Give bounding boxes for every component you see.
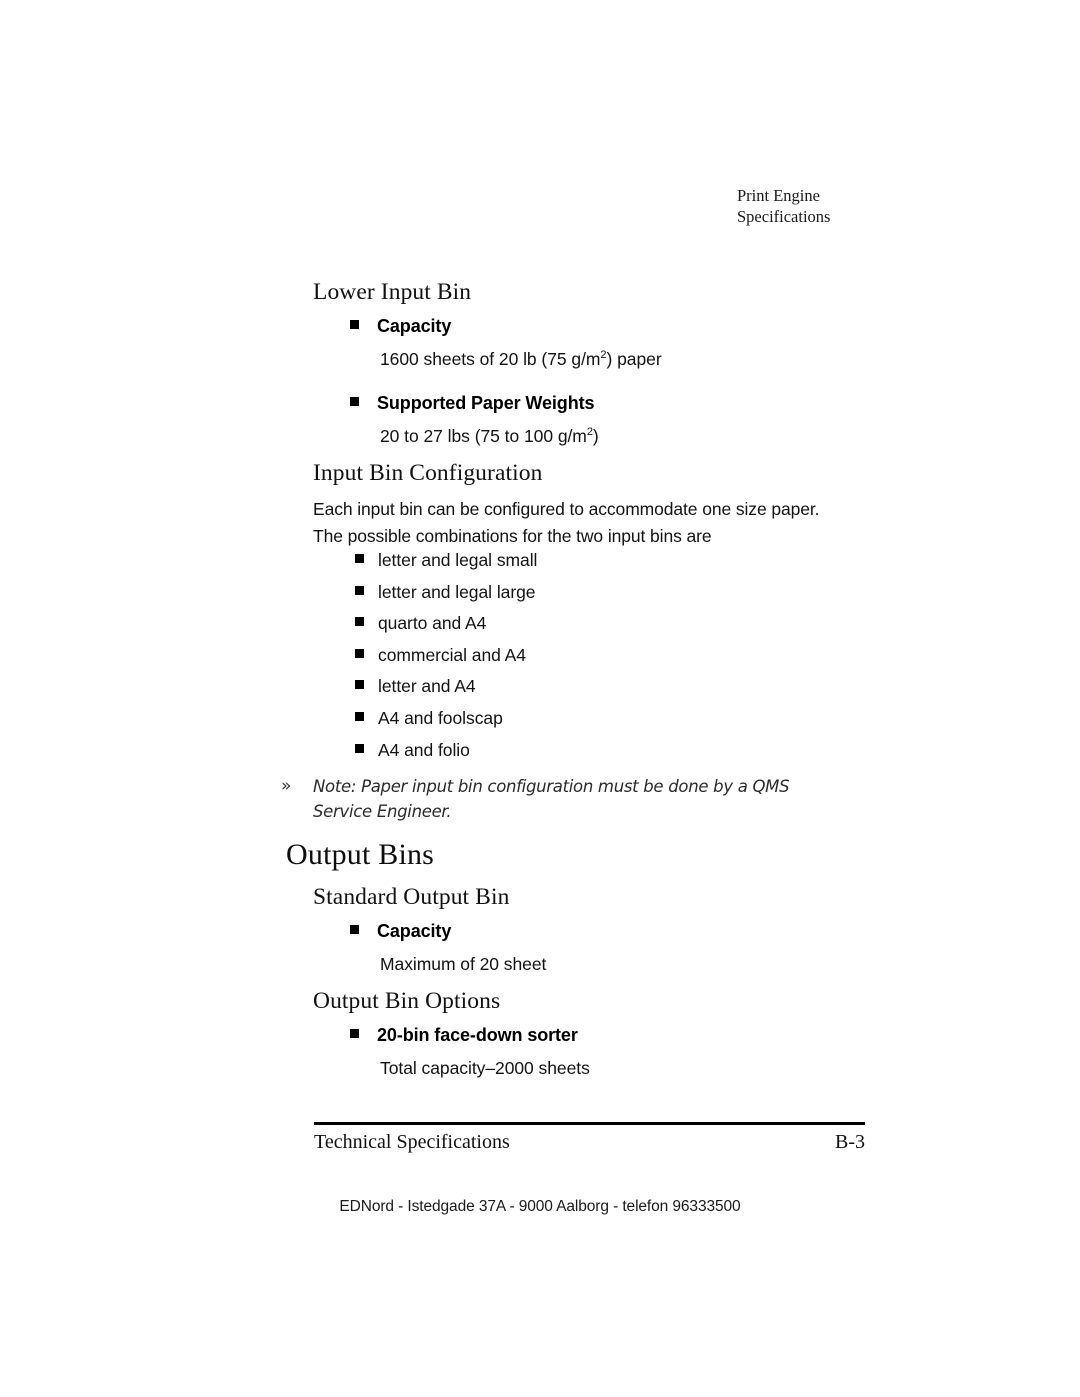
- square-bullet-icon: [355, 617, 364, 627]
- list-item: letter and legal large: [355, 582, 537, 614]
- list-item: letter and A4: [355, 676, 537, 708]
- note-text: Note: Paper input bin configuration must…: [313, 777, 790, 821]
- list-item-label: letter and A4: [378, 676, 476, 697]
- term-supported-paper-weights: Supported Paper Weights: [350, 393, 595, 414]
- list-item-label: letter and legal large: [378, 581, 536, 602]
- heading-input-bin-configuration: Input Bin Configuration: [313, 460, 543, 486]
- list-item-label: A4 and folio: [378, 739, 470, 760]
- list-item-label: A4 and foolscap: [378, 707, 503, 728]
- imprint-line: EDNord - Istedgade 37A - 9000 Aalborg - …: [339, 1198, 741, 1215]
- value-text-pre: 20 to 27 lbs (75 to 100 g/m: [380, 426, 587, 446]
- footer-divider: [314, 1122, 865, 1125]
- value-standard-bin-capacity: Maximum of 20 sheet: [380, 954, 547, 974]
- list-item-label: commercial and A4: [378, 644, 526, 665]
- paragraph-line-2: The possible combinations for the two in…: [313, 526, 712, 546]
- list-item: A4 and foolscap: [355, 708, 537, 740]
- note-block: » Note: Paper input bin configuration mu…: [281, 774, 881, 824]
- value-supported-paper-weights: 20 to 27 lbs (75 to 100 g/m2): [380, 423, 599, 449]
- square-bullet-icon: [355, 648, 364, 658]
- running-header-line-1: Print Engine: [737, 186, 820, 205]
- square-bullet-icon: [350, 320, 359, 329]
- square-bullet-icon: [355, 743, 364, 753]
- document-page: Print Engine Specifications Lower Input …: [0, 0, 1080, 1397]
- list-item-label: quarto and A4: [378, 613, 487, 634]
- heading-output-bins: Output Bins: [286, 838, 435, 871]
- list-bin-combinations: letter and legal small letter and legal …: [355, 550, 537, 771]
- value-text-post: ) paper: [606, 349, 662, 369]
- square-bullet-icon: [350, 397, 359, 406]
- value-text-pre: 1600 sheets of 20 lb (75 g/m: [380, 349, 601, 369]
- term-face-down-sorter: 20-bin face-down sorter: [350, 1025, 578, 1046]
- paragraph-line-1: Each input bin can be configured to acco…: [313, 499, 820, 519]
- square-bullet-icon: [350, 1029, 359, 1038]
- running-header-line-2: Specifications: [737, 207, 831, 226]
- square-bullet-icon: [350, 925, 359, 934]
- page-number: B-3: [835, 1131, 865, 1153]
- list-item: A4 and folio: [355, 740, 537, 772]
- square-bullet-icon: [355, 680, 364, 690]
- list-item: quarto and A4: [355, 613, 537, 645]
- list-item: commercial and A4: [355, 645, 537, 677]
- term-label: Supported Paper Weights: [377, 393, 595, 413]
- heading-output-bin-options: Output Bin Options: [313, 988, 501, 1014]
- value-face-down-sorter: Total capacity–2000 sheets: [380, 1058, 590, 1078]
- heading-standard-output-bin: Standard Output Bin: [313, 884, 510, 910]
- term-lower-bin-capacity: Capacity: [350, 316, 451, 337]
- paragraph-input-bin-intro: Each input bin can be configured to acco…: [313, 496, 873, 550]
- square-bullet-icon: [355, 711, 364, 721]
- term-label: Capacity: [377, 316, 452, 336]
- running-header: Print Engine Specifications: [737, 185, 830, 227]
- term-label: Capacity: [377, 921, 452, 941]
- value-text-post: ): [592, 426, 599, 446]
- list-item-label: letter and legal small: [378, 550, 538, 570]
- term-label: 20-bin face-down sorter: [377, 1025, 578, 1045]
- list-item: letter and legal small: [355, 550, 537, 582]
- square-bullet-icon: [355, 554, 364, 563]
- value-lower-bin-capacity: 1600 sheets of 20 lb (75 g/m2) paper: [380, 346, 662, 372]
- square-bullet-icon: [355, 585, 364, 595]
- note-marker-icon: »: [281, 776, 292, 796]
- heading-lower-input-bin: Lower Input Bin: [313, 279, 472, 305]
- term-standard-bin-capacity: Capacity: [350, 921, 451, 942]
